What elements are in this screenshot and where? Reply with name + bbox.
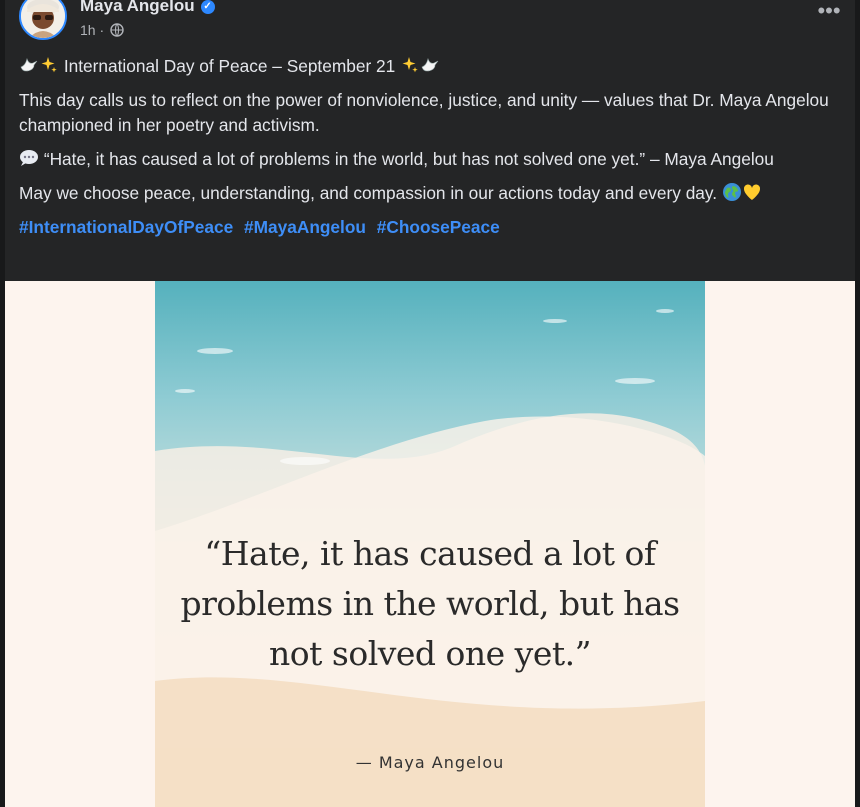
author-name-text[interactable]: Maya Angelou	[80, 0, 195, 15]
author-name[interactable]: Maya Angelou ✓	[80, 0, 215, 16]
post-meta: 1h ·	[80, 22, 124, 40]
dove-icon	[19, 55, 39, 75]
post-card: Maya Angelou ✓ 1h · ••• International Day…	[5, 0, 855, 807]
post-quote-paragraph: “Hate, it has caused a lot of problems i…	[19, 147, 839, 172]
post-title-text: International Day of Peace – September 2…	[63, 56, 396, 76]
avatar[interactable]	[19, 0, 67, 40]
hashtags: #InternationalDayOfPeace #MayaAngelou #C…	[19, 215, 839, 240]
post-text: International Day of Peace – September 2…	[19, 54, 839, 249]
hashtag-link[interactable]: #MayaAngelou	[244, 217, 366, 237]
image-attribution: — Maya Angelou	[355, 753, 505, 772]
post-image[interactable]: “Hate, it has caused a lot of problems i…	[5, 281, 855, 807]
image-quote-text: “Hate, it has caused a lot of problems i…	[180, 534, 680, 673]
dove-icon	[420, 55, 440, 75]
hashtag-link[interactable]: #ChoosePeace	[377, 217, 500, 237]
quote-text: “Hate, it has caused a lot of problems i…	[43, 149, 774, 169]
globe-icon[interactable]	[110, 23, 124, 40]
closing-text: May we choose peace, understanding, and …	[19, 183, 718, 203]
more-options-button[interactable]: •••	[813, 0, 845, 28]
hashtag-link[interactable]: #InternationalDayOfPeace	[19, 217, 233, 237]
speech-bubble-icon	[19, 148, 39, 168]
post-paragraph: This day calls us to reflect on the powe…	[19, 90, 829, 135]
timestamp[interactable]: 1h	[80, 22, 96, 38]
quote-image[interactable]: “Hate, it has caused a lot of problems i…	[155, 281, 705, 807]
post-header: Maya Angelou ✓ 1h · •••	[19, 0, 849, 46]
yellow-heart-icon	[742, 182, 762, 202]
earth-icon	[722, 182, 742, 202]
verified-badge-icon: ✓	[200, 0, 215, 14]
sparkles-icon	[39, 55, 59, 75]
post-closing-paragraph: May we choose peace, understanding, and …	[19, 181, 839, 206]
sparkles-icon	[400, 55, 420, 75]
post-title-line: International Day of Peace – September 2…	[19, 54, 839, 79]
